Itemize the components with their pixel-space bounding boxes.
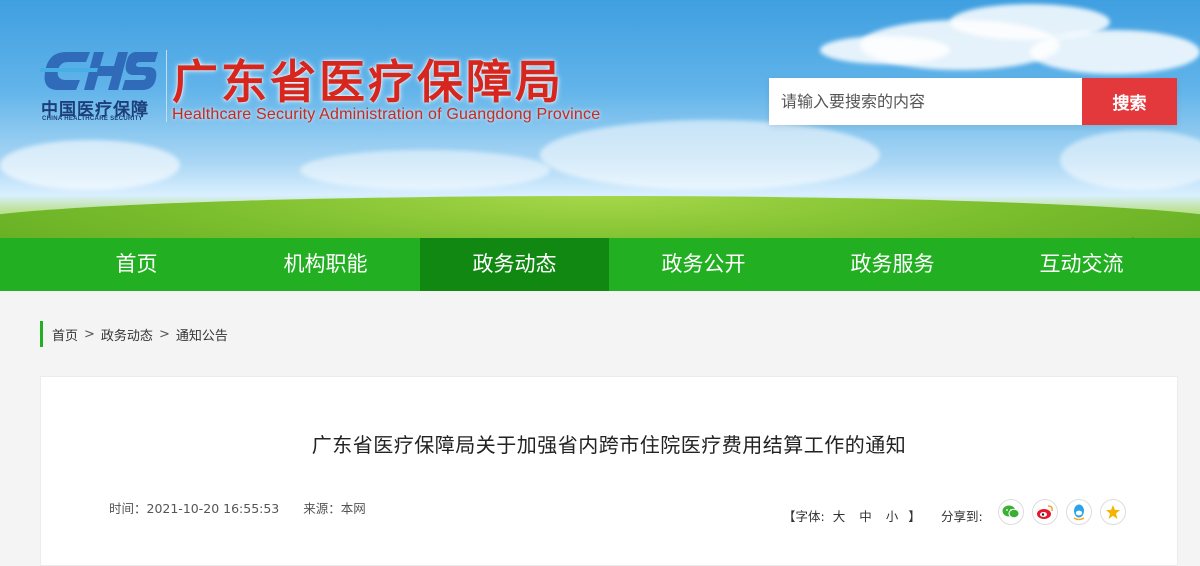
share-label: 分享到: — [941, 509, 983, 524]
search-bar: 搜索 — [769, 78, 1177, 125]
article-card: 广东省医疗保障局关于加强省内跨市住院医疗费用结算工作的通知 时间：2021-10… — [40, 376, 1178, 566]
breadcrumb-separator: > — [84, 326, 95, 342]
header-banner: 中国医疗保障 CHINA HEALTHCARE SECURITY 广东省医疗保障… — [0, 0, 1200, 238]
logo-english-text: CHINA HEALTHCARE SECURITY — [42, 116, 143, 122]
nav-item-services[interactable]: 政务服务 — [798, 238, 987, 291]
nav-item-home[interactable]: 首页 — [42, 238, 231, 291]
font-size-medium[interactable]: 中 — [859, 509, 872, 524]
wechat-icon[interactable] — [998, 499, 1024, 525]
breadcrumb-news[interactable]: 政务动态 — [101, 325, 153, 344]
nav-item-news[interactable]: 政务动态 — [420, 238, 609, 291]
publish-time: 时间：2021-10-20 16:55:53 — [109, 501, 280, 516]
article-meta: 时间：2021-10-20 16:55:53 来源：本网 — [109, 498, 386, 517]
cloud-decoration — [1030, 30, 1200, 74]
share-icons — [998, 499, 1126, 525]
qq-icon[interactable] — [1066, 499, 1092, 525]
cloud-decoration — [0, 140, 180, 190]
nav-item-interaction[interactable]: 互动交流 — [987, 238, 1176, 291]
cloud-decoration — [1060, 130, 1200, 190]
font-size-selector: 【字体: 大中小】 — [783, 506, 921, 525]
main-nav: 首页 机构职能 政务动态 政务公开 政务服务 互动交流 — [0, 238, 1200, 291]
font-size-prefix: 【字体: — [783, 509, 825, 524]
search-button[interactable]: 搜索 — [1082, 78, 1177, 125]
breadcrumb-separator: > — [158, 326, 170, 342]
nav-item-public-affairs[interactable]: 政务公开 — [609, 238, 798, 291]
site-subtitle: Healthcare Security Administration of Gu… — [172, 106, 601, 123]
chs-logo-icon — [40, 52, 158, 90]
logo-divider — [166, 50, 167, 122]
font-size-small[interactable]: 小 — [886, 509, 899, 524]
qzone-icon[interactable] — [1100, 499, 1126, 525]
font-size-large[interactable]: 大 — [833, 509, 846, 524]
cloud-decoration — [820, 36, 950, 64]
breadcrumb-home[interactable]: 首页 — [52, 325, 78, 344]
site-title[interactable]: 广东省医疗保障局 — [172, 46, 564, 112]
grass-hill — [0, 196, 1200, 238]
weibo-icon[interactable] — [1032, 499, 1058, 525]
font-size-suffix: 】 — [908, 509, 921, 524]
cloud-decoration — [300, 150, 550, 190]
breadcrumb: 首页 > 政务动态 > 通知公告 — [40, 321, 228, 347]
article-source: 来源：本网 — [303, 501, 366, 516]
cloud-decoration — [540, 120, 880, 190]
breadcrumb-notices[interactable]: 通知公告 — [176, 325, 228, 344]
article-title: 广东省医疗保障局关于加强省内跨市住院医疗费用结算工作的通知 — [311, 433, 907, 457]
nav-item-organization[interactable]: 机构职能 — [231, 238, 420, 291]
search-input[interactable] — [769, 78, 1082, 125]
